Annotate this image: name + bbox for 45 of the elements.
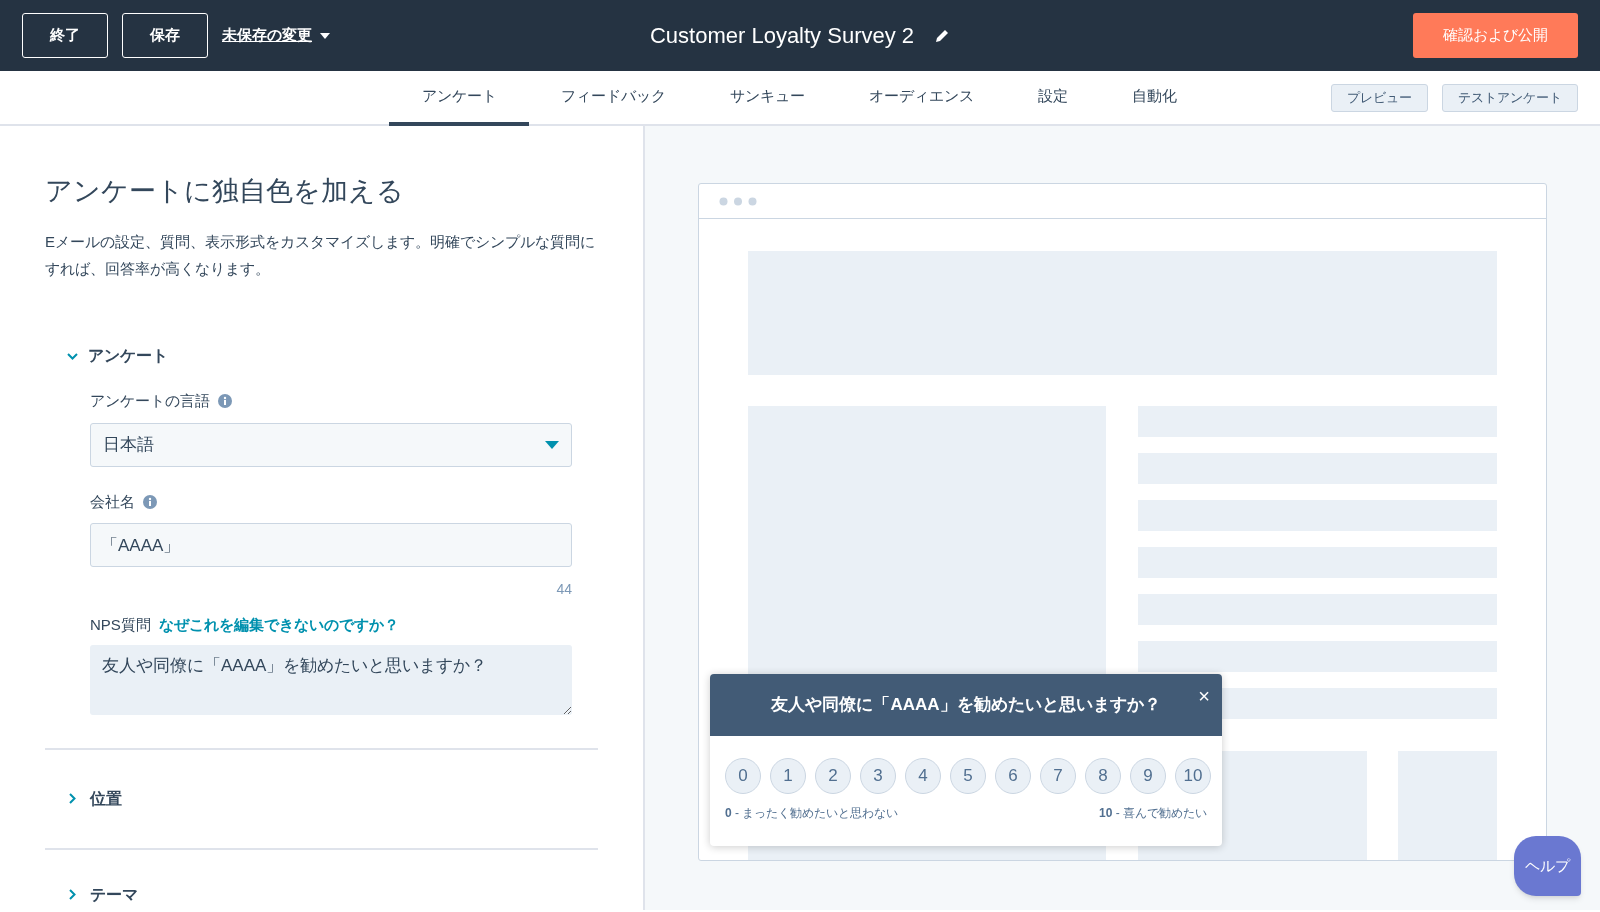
scale-label: 0 - まったく勧めたいと思わない — [725, 805, 899, 822]
score-option[interactable]: 5 — [950, 758, 986, 794]
score-option[interactable]: 7 — [1040, 758, 1076, 794]
info-icon[interactable] — [218, 394, 232, 409]
score-option[interactable]: 8 — [1085, 758, 1121, 794]
pencil-icon[interactable] — [934, 27, 951, 44]
character-count: 44 — [556, 580, 572, 599]
score-option[interactable]: 1 — [770, 758, 806, 794]
field-label: NPS質問 — [90, 615, 151, 635]
popup-question: 友人や同僚に「AAAA」を勧めたいと思いますか？ — [771, 694, 1161, 717]
tab[interactable]: フィードバック — [529, 71, 698, 126]
score-option[interactable]: 2 — [815, 758, 851, 794]
field-label: アンケートの言語 — [90, 391, 210, 411]
action-button[interactable]: プレビュー — [1331, 83, 1428, 112]
tab[interactable]: サンキュー — [698, 71, 837, 126]
field-label: 会社名 — [90, 491, 135, 512]
section-title[interactable]: アンケート — [88, 344, 168, 368]
header-button[interactable]: 終了 — [22, 13, 108, 58]
score-option[interactable]: 10 — [1175, 758, 1211, 794]
tab[interactable]: オーディエンス — [837, 71, 1006, 126]
score-option[interactable]: 0 — [725, 758, 761, 794]
score-option[interactable]: 6 — [995, 758, 1031, 794]
language-dropdown[interactable]: 日本語 — [90, 422, 572, 467]
tab[interactable]: アンケート — [389, 71, 529, 126]
help-button[interactable]: ヘルプ — [1514, 836, 1581, 896]
tab[interactable]: 設定 — [1006, 71, 1100, 126]
scale-label: 10 - 喜んで勧めたい — [1098, 805, 1207, 822]
tab[interactable]: 自動化 — [1100, 71, 1209, 126]
company-name-field[interactable]: 「AAAA」 — [90, 523, 572, 567]
action-button[interactable]: テストアンケート — [1442, 83, 1578, 112]
close-button[interactable]: × — [1198, 686, 1210, 706]
page-heading: アンケートに独自色を加える — [45, 175, 405, 208]
info-icon[interactable] — [143, 494, 157, 509]
caret-icon — [545, 440, 559, 449]
score-option[interactable]: 9 — [1130, 758, 1166, 794]
page-description: Eメールの設定、質問、表示形式をカスタマイズします。明確でシンプルな質問にすれば、回答率が高くなります。 — [45, 232, 596, 279]
caret-icon — [320, 32, 330, 39]
score-option[interactable]: 3 — [860, 758, 896, 794]
survey-title: Customer Loyalty Survey 2 — [649, 22, 915, 50]
score-option[interactable]: 4 — [905, 758, 941, 794]
section-title[interactable]: テーマ — [90, 882, 138, 907]
window-dots-icon — [719, 196, 757, 206]
header-button[interactable]: 保存 — [122, 13, 208, 58]
section-title[interactable]: 位置 — [90, 786, 122, 811]
help-link[interactable]: なぜこれを編集できないのですか？ — [158, 614, 399, 637]
